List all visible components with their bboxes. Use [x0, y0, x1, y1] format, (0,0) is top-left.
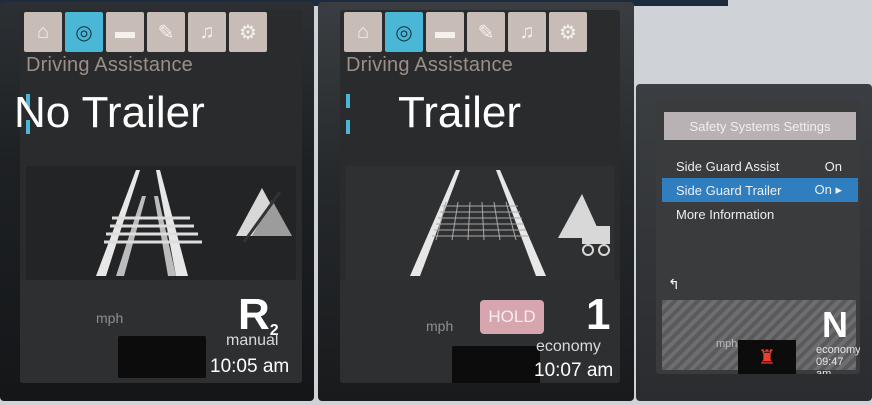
- warning-figure-icon: ♜: [758, 346, 776, 369]
- menu-item-label: Side Guard Assist: [676, 158, 780, 174]
- menu-item-side-guard-trailer[interactable]: Side Guard Trailer On ▸: [662, 178, 858, 202]
- settings-gear-icon[interactable]: ⚙: [229, 12, 267, 52]
- lane-assist-graphic: [96, 170, 292, 276]
- tab-bar: ⌂ ◎ ▬ ✎ ♫ ⚙: [24, 12, 267, 52]
- speed-display-box: [452, 346, 540, 383]
- steering-wheel-icon[interactable]: ◎: [65, 12, 103, 52]
- speed-unit: mph: [96, 310, 124, 326]
- speed-display-box: ♜: [738, 340, 796, 374]
- back-arrow-icon[interactable]: ↰: [668, 276, 680, 293]
- wrench-icon[interactable]: ✎: [467, 12, 505, 52]
- menu-item-value: On ▸: [814, 182, 842, 197]
- speed-unit: mph: [716, 338, 738, 350]
- screen-header: Driving Assistance: [346, 54, 513, 76]
- scroll-indicator: [346, 94, 350, 108]
- wrench-icon[interactable]: ✎: [147, 12, 185, 52]
- music-note-icon[interactable]: ♫: [508, 12, 546, 52]
- menu-item-value: On: [824, 158, 842, 174]
- screen-header: Driving Assistance: [26, 54, 193, 76]
- panel-safety-settings: Safety Systems Settings Side Guard Assis…: [636, 84, 872, 401]
- clock: 09:47 am: [816, 356, 844, 374]
- panel-caption: Trailer: [398, 88, 522, 137]
- home-icon[interactable]: ⌂: [344, 12, 382, 52]
- drive-mode: manual: [226, 332, 279, 349]
- steering-wheel-icon[interactable]: ◎: [385, 12, 423, 52]
- dash-screen: Safety Systems Settings Side Guard Assis…: [656, 100, 860, 374]
- menu-item-more-information[interactable]: More Information: [662, 202, 858, 226]
- lane-graphic-area: [26, 166, 296, 284]
- music-note-icon[interactable]: ♫: [188, 12, 226, 52]
- drive-mode: economy: [536, 338, 601, 355]
- dash-screen: ⌂ ◎ ▬ ✎ ♫ ⚙ Driving Assistance: [340, 10, 620, 383]
- panel-trailer: ⌂ ◎ ▬ ✎ ♫ ⚙ Driving Assistance mph HOLD …: [318, 2, 634, 401]
- tab-bar: ⌂ ◎ ▬ ✎ ♫ ⚙: [344, 12, 587, 52]
- truck-icon[interactable]: ▬: [106, 12, 144, 52]
- truck-icon[interactable]: ▬: [426, 12, 464, 52]
- speed-display-box: [118, 336, 206, 378]
- speed-unit: mph: [426, 318, 454, 334]
- clock: 10:07 am: [534, 360, 614, 381]
- hold-button[interactable]: HOLD: [480, 300, 544, 334]
- scroll-indicator: [346, 120, 350, 134]
- clock: 10:05 am: [210, 356, 290, 377]
- lane-assist-graphic: [410, 170, 610, 276]
- gear-indicator: 1: [586, 290, 611, 339]
- dash-screen: ⌂ ◎ ▬ ✎ ♫ ⚙ Driving Assistance: [20, 10, 302, 383]
- menu-item-label: Side Guard Trailer: [676, 182, 782, 198]
- settings-gear-icon[interactable]: ⚙: [549, 12, 587, 52]
- gear-indicator: N: [822, 304, 848, 345]
- lane-graphic-area: [346, 166, 614, 284]
- drive-mode: economy 09:47 am: [816, 344, 860, 374]
- settings-menu: Side Guard Assist On Side Guard Trailer …: [662, 154, 858, 226]
- panel-no-trailer: ⌂ ◎ ▬ ✎ ♫ ⚙ Driving Assistance mph R2 ma…: [0, 2, 314, 401]
- panel-caption: No Trailer: [14, 88, 205, 137]
- drive-mode-label: economy: [816, 344, 860, 356]
- menu-item-side-guard-assist[interactable]: Side Guard Assist On: [662, 154, 858, 178]
- menu-item-label: More Information: [676, 206, 775, 222]
- settings-title: Safety Systems Settings: [664, 112, 856, 140]
- home-icon[interactable]: ⌂: [24, 12, 62, 52]
